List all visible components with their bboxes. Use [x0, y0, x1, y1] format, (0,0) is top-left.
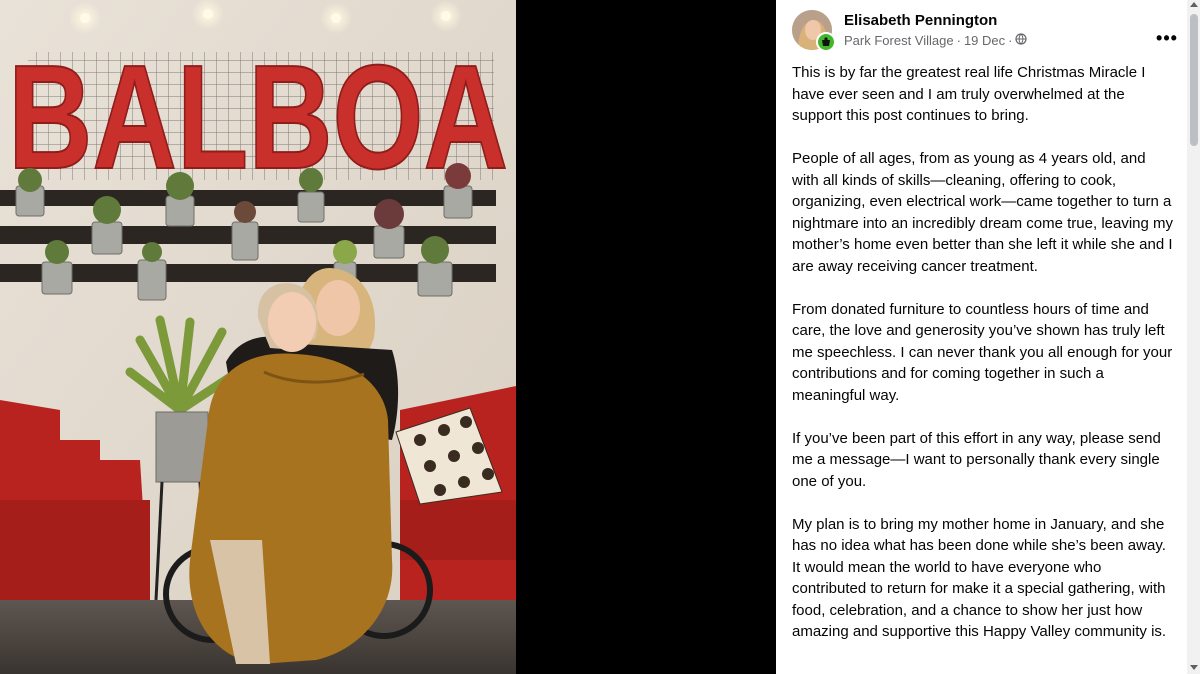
scrollbar[interactable] — [1187, 0, 1200, 674]
post-date[interactable]: 19 Dec — [964, 33, 1005, 48]
post-panel: Elisabeth Pennington Park Forest Village… — [776, 0, 1200, 674]
photo-viewer: BALBOA — [0, 0, 776, 674]
post-paragraph: From donated furniture to countless hour… — [792, 300, 1173, 404]
globe-icon — [1015, 33, 1028, 48]
post-paragraph: This is by far the greatest real life Ch… — [792, 64, 1146, 124]
scroll-up-icon[interactable] — [1190, 2, 1198, 7]
post-paragraph: If you’ve been part of this effort in an… — [792, 429, 1161, 490]
balboa-sign: BALBOA — [8, 35, 508, 200]
post-paragraph: People of all ages, from as young as 4 y… — [792, 150, 1174, 275]
post-paragraph: My plan is to bring my mother home in Ja… — [792, 515, 1167, 641]
post-location[interactable]: Park Forest Village — [844, 33, 954, 48]
scroll-down-icon[interactable] — [1190, 665, 1198, 670]
post-photo[interactable]: BALBOA — [0, 0, 516, 674]
more-options-icon[interactable]: ••• — [1152, 26, 1182, 50]
meta-separator: · — [1008, 33, 1013, 48]
scrollbar-thumb[interactable] — [1190, 14, 1198, 146]
author-name[interactable]: Elisabeth Pennington — [844, 12, 997, 29]
meta-separator: · — [956, 33, 961, 48]
post-meta: Park Forest Village · 19 Dec · — [844, 33, 1028, 48]
post-text: This is by far the greatest real life Ch… — [792, 62, 1174, 664]
group-badge-icon — [816, 32, 836, 52]
post-header: Elisabeth Pennington Park Forest Village… — [792, 10, 1177, 54]
